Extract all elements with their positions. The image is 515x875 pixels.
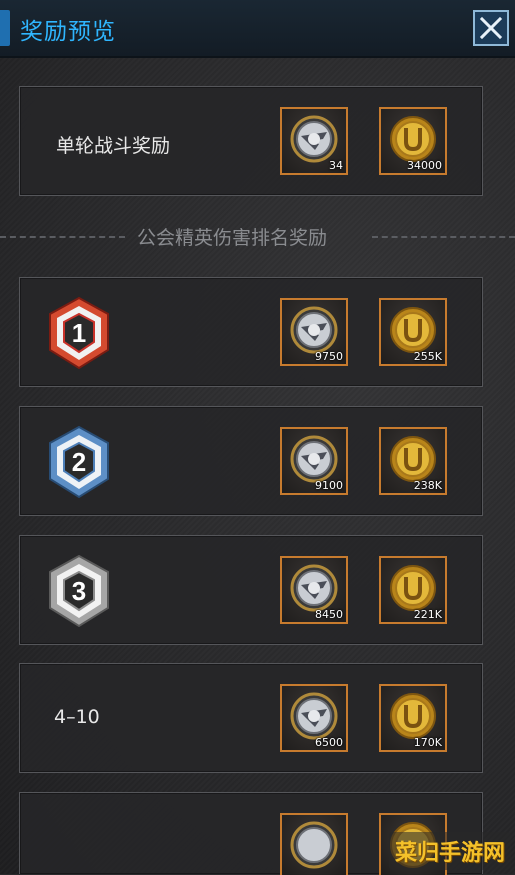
reward-item-shield-coin[interactable]: 6500 (280, 684, 348, 752)
rank-badge-number: 2 (72, 447, 86, 477)
reward-quantity: 6500 (315, 736, 343, 749)
reward-item-gold-coin[interactable]: 255K (379, 298, 447, 366)
single-battle-reward-panel: 单轮战斗奖励 34 34000 (19, 86, 483, 196)
reward-item-shield-coin[interactable]: 9100 (280, 427, 348, 495)
reward-item-shield-coin[interactable]: 8450 (280, 556, 348, 624)
divider-line-left (0, 236, 125, 238)
rank-3-badge-icon: 3 (49, 554, 109, 628)
rank-reward-panel: 1 9750 255K (19, 277, 483, 387)
reward-item-shield-coin[interactable] (280, 813, 348, 875)
divider-line-right (372, 236, 515, 238)
rank-reward-panel: 3 8450 221K (19, 535, 483, 645)
reward-quantity: 9100 (315, 479, 343, 492)
rank-reward-panel: 2 9100 238K (19, 406, 483, 516)
shield-coin-icon (290, 115, 338, 163)
reward-item-gold-coin[interactable]: 221K (379, 556, 447, 624)
shield-coin-icon (290, 435, 338, 483)
reward-quantity: 170K (413, 736, 442, 749)
reward-quantity: 34 (329, 159, 343, 172)
shield-coin-icon (290, 692, 338, 740)
reward-quantity: 255K (413, 350, 442, 363)
rank-1-badge-icon: 1 (49, 296, 109, 370)
shield-coin-icon (290, 821, 338, 869)
rank-2-badge-icon: 2 (49, 425, 109, 499)
reward-quantity: 221K (413, 608, 442, 621)
shield-coin-icon (290, 306, 338, 354)
reward-item-gold-coin[interactable]: 170K (379, 684, 447, 752)
reward-quantity: 34000 (407, 159, 442, 172)
single-battle-label: 单轮战斗奖励 (56, 135, 171, 157)
rank-badge-number: 3 (72, 576, 86, 606)
section-divider: 公会精英伤害排名奖励 (0, 221, 515, 251)
reward-item-gold-coin[interactable]: 34000 (379, 107, 447, 175)
gold-coin-icon (390, 693, 436, 739)
reward-item-shield-coin[interactable]: 9750 (280, 298, 348, 366)
close-button[interactable] (473, 10, 509, 46)
gold-coin-icon (390, 307, 436, 353)
header-accent-bar (0, 10, 10, 46)
reward-quantity: 8450 (315, 608, 343, 621)
divider-title: 公会精英伤害排名奖励 (137, 227, 328, 249)
gold-coin-icon (390, 116, 436, 162)
close-icon (479, 16, 503, 40)
dialog-header: 奖励预览 (0, 0, 515, 58)
reward-quantity: 9750 (315, 350, 343, 363)
reward-item-shield-coin[interactable]: 34 (280, 107, 348, 175)
rank-badge-number: 1 (72, 318, 86, 348)
shield-coin-icon (290, 564, 338, 612)
reward-item-gold-coin[interactable]: 238K (379, 427, 447, 495)
rank-reward-panel: 4–10 6500 170K (19, 663, 483, 773)
rank-range-label: 4–10 (54, 706, 100, 728)
gold-coin-icon (390, 436, 436, 482)
gold-coin-icon (390, 565, 436, 611)
reward-quantity: 238K (413, 479, 442, 492)
site-watermark: 菜归手游网 (388, 832, 511, 870)
dialog-title: 奖励预览 (20, 19, 116, 45)
